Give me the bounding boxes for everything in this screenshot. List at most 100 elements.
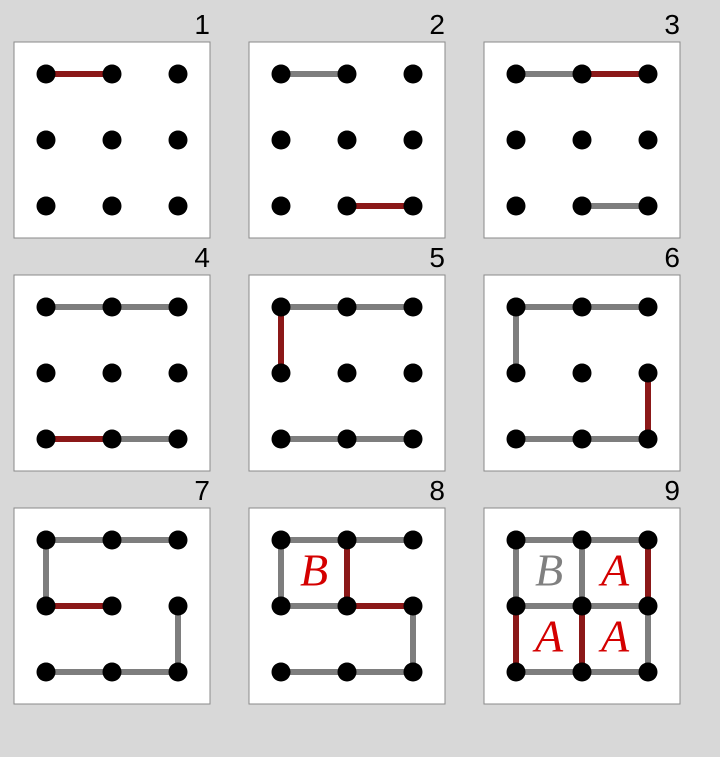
box-owner-label: A (532, 611, 564, 662)
grid-dot (573, 65, 592, 84)
grid-dot (507, 364, 526, 383)
panel-number: 6 (664, 242, 680, 273)
grid-dot (37, 663, 56, 682)
grid-dot (639, 430, 658, 449)
grid-dot (103, 597, 122, 616)
grid-dot (639, 531, 658, 550)
grid-dot (169, 65, 188, 84)
grid-dot (404, 65, 423, 84)
grid-dot (272, 597, 291, 616)
grid-dot (639, 65, 658, 84)
grid-dot (272, 663, 291, 682)
grid-dot (404, 298, 423, 317)
grid-dot (507, 430, 526, 449)
grid-dot (103, 131, 122, 150)
grid-dot (272, 364, 291, 383)
grid-dot (338, 298, 357, 317)
grid-dot (639, 663, 658, 682)
box-owner-label: B (300, 545, 328, 596)
grid-dot (169, 131, 188, 150)
grid-dot (338, 663, 357, 682)
grid-dot (37, 531, 56, 550)
grid-dot (169, 197, 188, 216)
grid-dot (338, 65, 357, 84)
grid-dot (37, 197, 56, 216)
panel-3: 3 (484, 9, 680, 238)
grid-dot (272, 430, 291, 449)
grid-dot (37, 298, 56, 317)
panel-1: 1 (14, 9, 210, 238)
grid-dot (639, 298, 658, 317)
grid-dot (272, 65, 291, 84)
grid-dot (338, 364, 357, 383)
grid-dot (169, 663, 188, 682)
grid-dot (639, 197, 658, 216)
grid-dot (507, 663, 526, 682)
grid-dot (507, 131, 526, 150)
grid-dot (573, 298, 592, 317)
grid-dot (338, 197, 357, 216)
grid-dot (272, 298, 291, 317)
grid-dot (573, 131, 592, 150)
grid-dot (338, 597, 357, 616)
grid-dot (37, 364, 56, 383)
grid-dot (338, 430, 357, 449)
grid-dot (573, 364, 592, 383)
grid-dot (169, 430, 188, 449)
grid-dot (507, 531, 526, 550)
grid-dot (507, 298, 526, 317)
grid-dot (37, 597, 56, 616)
grid-dot (103, 430, 122, 449)
grid-dot (404, 131, 423, 150)
panel-number: 1 (194, 9, 210, 40)
box-owner-label: B (535, 545, 563, 596)
grid-dot (507, 65, 526, 84)
grid-dot (404, 430, 423, 449)
grid-dot (103, 298, 122, 317)
grid-dot (573, 663, 592, 682)
grid-dot (404, 663, 423, 682)
grid-dot (404, 364, 423, 383)
box-owner-label: A (598, 611, 630, 662)
panel-5: 5 (249, 242, 445, 471)
panel-7: 7 (14, 475, 210, 704)
grid-dot (573, 597, 592, 616)
grid-dot (272, 197, 291, 216)
panel-6: 6 (484, 242, 680, 471)
grid-dot (169, 298, 188, 317)
grid-dot (573, 531, 592, 550)
grid-dot (573, 430, 592, 449)
panel-9: 9 BAAA (484, 475, 680, 704)
grid-dot (404, 197, 423, 216)
grid-dot (507, 597, 526, 616)
grid-dot (507, 197, 526, 216)
panel-8: 8B (249, 475, 445, 704)
grid-dot (103, 663, 122, 682)
grid-dot (639, 131, 658, 150)
panel-number: 8 (429, 475, 445, 506)
box-owner-label: A (598, 545, 630, 596)
grid-dot (338, 531, 357, 550)
panel-number: 4 (194, 242, 210, 273)
grid-dot (103, 531, 122, 550)
panel-number: 9 (664, 475, 680, 506)
grid-dot (169, 531, 188, 550)
grid-dot (272, 531, 291, 550)
grid-dot (404, 597, 423, 616)
grid-dot (169, 364, 188, 383)
grid-dot (639, 597, 658, 616)
panel-number: 7 (194, 475, 210, 506)
grid-dot (573, 197, 592, 216)
grid-dot (103, 65, 122, 84)
grid-dot (37, 131, 56, 150)
panel-2: 2 (249, 9, 445, 238)
panel-number: 5 (429, 242, 445, 273)
panel-4: 4 (14, 242, 210, 471)
dots-and-boxes-diagram: 12345678B9BAAA (0, 0, 720, 757)
grid-dot (338, 131, 357, 150)
grid-dot (103, 197, 122, 216)
grid-dot (272, 131, 291, 150)
grid-dot (37, 430, 56, 449)
panel-number: 3 (664, 9, 680, 40)
panel-number: 2 (429, 9, 445, 40)
